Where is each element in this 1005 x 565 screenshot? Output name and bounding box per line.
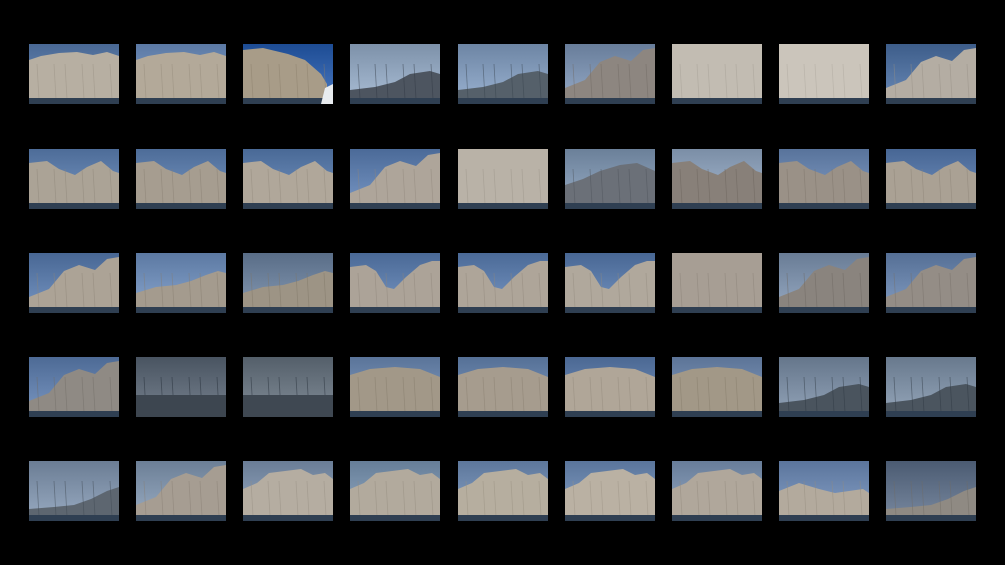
photo-thumbnail[interactable] xyxy=(672,461,762,521)
contact-sheet xyxy=(0,0,1005,565)
photo-thumbnail[interactable] xyxy=(458,253,548,313)
photo-thumbnail[interactable] xyxy=(29,357,119,417)
photo-thumbnail[interactable] xyxy=(458,461,548,521)
photo-thumbnail[interactable] xyxy=(243,149,333,209)
photo-thumbnail[interactable] xyxy=(243,44,333,104)
photo-thumbnail[interactable] xyxy=(565,253,655,313)
thumbnail-row-3 xyxy=(29,253,979,313)
photo-thumbnail[interactable] xyxy=(350,44,440,104)
photo-thumbnail[interactable] xyxy=(243,461,333,521)
photo-thumbnail[interactable] xyxy=(136,461,226,521)
photo-thumbnail[interactable] xyxy=(350,461,440,521)
photo-thumbnail[interactable] xyxy=(672,149,762,209)
thumbnail-row-5 xyxy=(29,461,979,521)
photo-thumbnail[interactable] xyxy=(565,149,655,209)
photo-thumbnail[interactable] xyxy=(29,149,119,209)
photo-thumbnail[interactable] xyxy=(672,357,762,417)
photo-thumbnail[interactable] xyxy=(565,44,655,104)
photo-thumbnail[interactable] xyxy=(136,44,226,104)
photo-thumbnail[interactable] xyxy=(29,44,119,104)
photo-thumbnail[interactable] xyxy=(350,357,440,417)
photo-thumbnail[interactable] xyxy=(672,44,762,104)
thumbnail-row-4 xyxy=(29,357,979,417)
photo-thumbnail[interactable] xyxy=(886,357,976,417)
photo-thumbnail[interactable] xyxy=(136,253,226,313)
photo-thumbnail[interactable] xyxy=(458,149,548,209)
photo-thumbnail[interactable] xyxy=(565,461,655,521)
photo-thumbnail[interactable] xyxy=(243,357,333,417)
thumbnail-row-2 xyxy=(29,149,979,209)
photo-thumbnail[interactable] xyxy=(458,44,548,104)
photo-thumbnail[interactable] xyxy=(886,461,976,521)
thumbnail-row-1 xyxy=(29,44,979,104)
photo-thumbnail[interactable] xyxy=(779,44,869,104)
photo-thumbnail[interactable] xyxy=(886,253,976,313)
photo-thumbnail[interactable] xyxy=(29,461,119,521)
photo-thumbnail[interactable] xyxy=(779,253,869,313)
photo-thumbnail[interactable] xyxy=(29,253,119,313)
photo-thumbnail[interactable] xyxy=(886,44,976,104)
photo-thumbnail[interactable] xyxy=(886,149,976,209)
photo-thumbnail[interactable] xyxy=(350,149,440,209)
photo-thumbnail[interactable] xyxy=(350,253,440,313)
photo-thumbnail[interactable] xyxy=(243,253,333,313)
photo-thumbnail[interactable] xyxy=(779,357,869,417)
photo-thumbnail[interactable] xyxy=(458,357,548,417)
photo-thumbnail[interactable] xyxy=(672,253,762,313)
photo-thumbnail[interactable] xyxy=(136,357,226,417)
photo-thumbnail[interactable] xyxy=(565,357,655,417)
photo-thumbnail[interactable] xyxy=(136,149,226,209)
photo-thumbnail[interactable] xyxy=(779,149,869,209)
photo-thumbnail[interactable] xyxy=(779,461,869,521)
